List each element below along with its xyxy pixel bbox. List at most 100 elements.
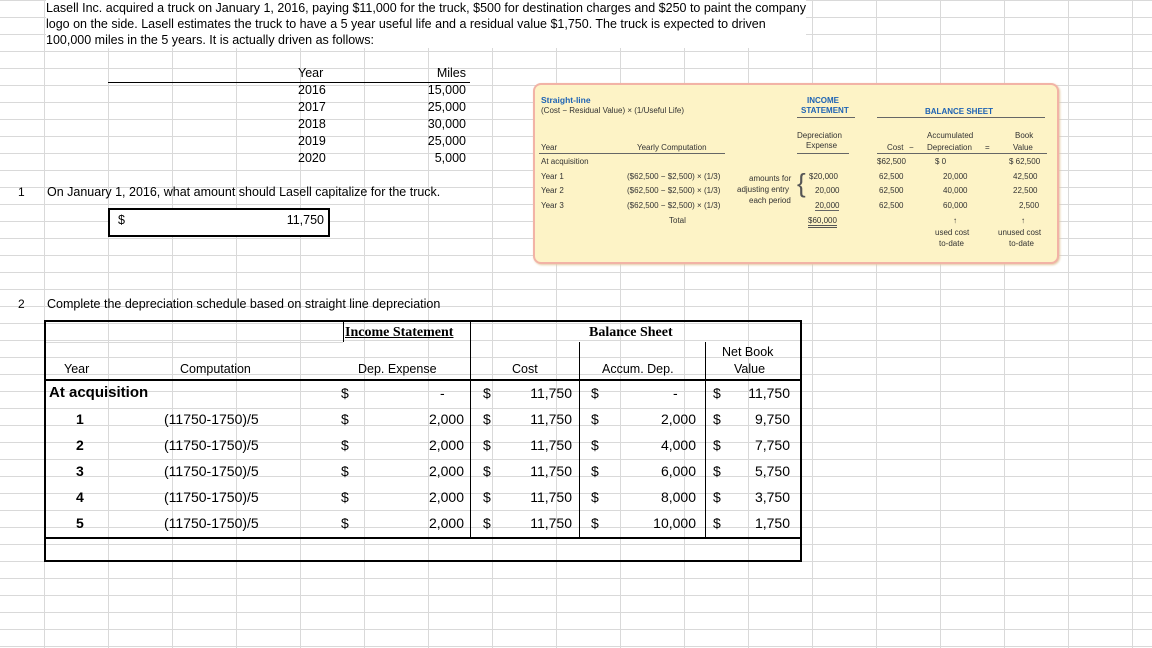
answer-value[interactable]: 11,750	[287, 213, 324, 227]
panel-row-accum: 20,000	[943, 172, 968, 181]
row-accum[interactable]: 10,000	[653, 515, 696, 531]
header-year[interactable]: Year	[64, 362, 89, 376]
panel-col-cost: Cost	[887, 143, 904, 152]
miles-year[interactable]: 2020	[298, 151, 326, 165]
row-computation[interactable]: (11750-1750)/5	[164, 411, 259, 427]
row-cost[interactable]: 11,750	[530, 489, 572, 505]
row-accum[interactable]: 8,000	[661, 489, 696, 505]
row-dep[interactable]: 2,000	[429, 515, 464, 531]
table-row: 5 (11750-1750)/5 $ 2,000 $ 11,750 $ 10,0…	[46, 511, 800, 537]
miles-value[interactable]: 15,000	[428, 83, 466, 97]
panel-note-2: adjusting entry	[737, 185, 790, 194]
panel-equals: =	[985, 143, 990, 152]
question-2-text[interactable]: Complete the depreciation schedule based…	[47, 297, 440, 311]
row-nbv[interactable]: 1,750	[755, 515, 790, 531]
panel-row-cost: 62,500	[879, 172, 904, 181]
row-year[interactable]: 1	[76, 411, 84, 427]
panel-row-year: Year 1	[541, 172, 564, 181]
panel-row-book: $ 62,500	[1009, 157, 1041, 166]
unused-cost-2: to-date	[1009, 239, 1034, 248]
header-dep-expense[interactable]: Dep. Expense	[358, 362, 437, 376]
row-dep[interactable]: 2,000	[429, 411, 464, 427]
row-nbv[interactable]: 9,750	[755, 411, 790, 427]
header-cost[interactable]: Cost	[512, 362, 538, 376]
dollar-sign: $	[591, 463, 599, 479]
miles-row: 2016 15,000	[108, 83, 470, 100]
divider	[46, 342, 343, 343]
row-nbv[interactable]: 5,750	[755, 463, 790, 479]
header-accum-dep[interactable]: Accum. Dep.	[602, 362, 674, 376]
panel-row-accum: $ 0	[935, 157, 947, 166]
table-row: 1 (11750-1750)/5 $ 2,000 $ 11,750 $ 2,00…	[46, 407, 800, 433]
row-dep[interactable]: 2,000	[429, 463, 464, 479]
row-computation[interactable]: (11750-1750)/5	[164, 437, 259, 453]
dollar-sign: $	[713, 489, 721, 505]
row-computation[interactable]: (11750-1750)/5	[164, 489, 259, 505]
year-header[interactable]: Year	[298, 66, 323, 80]
row-number-1: 1	[18, 185, 25, 199]
panel-col-book-2: Value	[1013, 143, 1033, 152]
divider	[797, 117, 855, 118]
header-nbv-2[interactable]: Value	[734, 362, 765, 376]
row-dep[interactable]: 2,000	[429, 489, 464, 505]
row-nbv[interactable]: 11,750	[748, 385, 790, 401]
panel-row-accum: 60,000	[943, 201, 968, 210]
dollar-sign: $	[341, 463, 349, 479]
row-year[interactable]: 5	[76, 515, 84, 531]
row-year[interactable]: 3	[76, 463, 84, 479]
miles-year[interactable]: 2016	[298, 83, 326, 97]
income-statement-heading[interactable]: Income Statement	[345, 325, 453, 341]
miles-year[interactable]: 2019	[298, 134, 326, 148]
divider	[470, 322, 471, 342]
miles-value[interactable]: 30,000	[428, 117, 466, 131]
dollar-sign: $	[591, 437, 599, 453]
row-accum[interactable]: 4,000	[661, 437, 696, 453]
dollar-sign: $	[713, 515, 721, 531]
panel-income-statement-2: STATEMENT	[801, 106, 849, 115]
row-year[interactable]: 2	[76, 437, 84, 453]
panel-row-accum: 40,000	[943, 186, 968, 195]
row-year[interactable]: 4	[76, 489, 84, 505]
miles-header[interactable]: Miles	[437, 66, 466, 80]
miles-value[interactable]: 5,000	[435, 151, 466, 165]
miles-value[interactable]: 25,000	[428, 134, 466, 148]
header-computation[interactable]: Computation	[180, 362, 251, 376]
row-dep[interactable]: -	[440, 385, 445, 401]
method-title: Straight-line	[541, 95, 591, 105]
panel-row-year: Year 3	[541, 201, 564, 210]
row-cost[interactable]: 11,750	[530, 515, 572, 531]
row-cost[interactable]: 11,750	[530, 437, 572, 453]
panel-col-book-1: Book	[1015, 131, 1034, 140]
panel-row-year: Year 2	[541, 186, 564, 195]
row-dep[interactable]: 2,000	[429, 437, 464, 453]
row-computation[interactable]: (11750-1750)/5	[164, 463, 259, 479]
dollar-sign: $	[591, 515, 599, 531]
row-nbv[interactable]: 7,750	[755, 437, 790, 453]
panel-row-cost: $62,500	[877, 157, 906, 166]
balance-sheet-heading[interactable]: Balance Sheet	[589, 325, 673, 341]
miles-year[interactable]: 2018	[298, 117, 326, 131]
row-accum[interactable]: 6,000	[661, 463, 696, 479]
panel-col-yearly-comp: Yearly Computation	[637, 143, 707, 152]
panel-row-comp: ($62,500 − $2,500) × (1/3)	[627, 201, 721, 210]
miles-year[interactable]: 2017	[298, 100, 326, 114]
row-cost[interactable]: 11,750	[530, 463, 572, 479]
row-cost[interactable]: 11,750	[530, 385, 572, 401]
row-accum[interactable]: 2,000	[661, 411, 696, 427]
row-computation[interactable]: (11750-1750)/5	[164, 515, 259, 531]
header-nbv-1[interactable]: Net Book	[722, 345, 773, 359]
row-accum[interactable]: -	[673, 385, 678, 401]
miles-value[interactable]: 25,000	[428, 100, 466, 114]
panel-row-cost: 62,500	[879, 186, 904, 195]
row-nbv[interactable]: 3,750	[755, 489, 790, 505]
panel-row-comp: ($62,500 − $2,500) × (1/3)	[627, 186, 721, 195]
intro-text[interactable]: Lasell Inc. acquired a truck on January …	[46, 0, 806, 48]
row-cost[interactable]: 11,750	[530, 411, 572, 427]
panel-row-book: 2,500	[1019, 201, 1040, 210]
row-year[interactable]: At acquisition	[49, 384, 148, 401]
arrow-up-icon: ↑	[953, 216, 957, 225]
answer-cell[interactable]: $ 11,750	[108, 208, 330, 237]
question-1-text[interactable]: On January 1, 2016, what amount should L…	[47, 185, 440, 199]
dollar-sign: $	[591, 385, 599, 401]
dollar-sign: $	[483, 489, 491, 505]
